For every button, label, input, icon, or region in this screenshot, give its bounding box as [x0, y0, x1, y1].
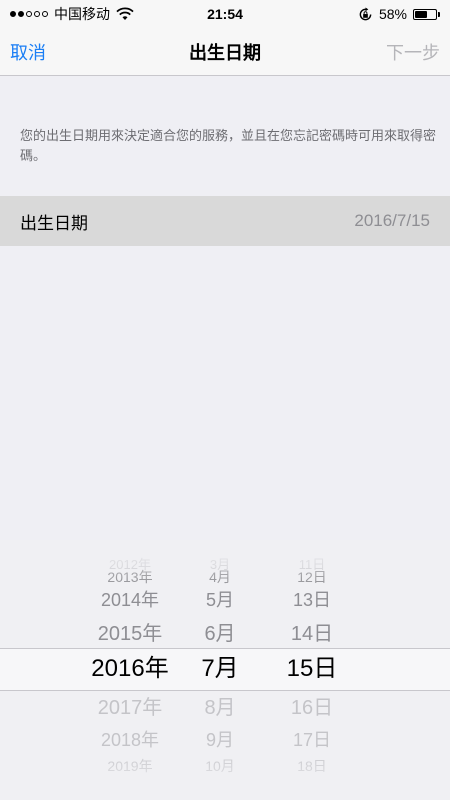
picker-item-month[interactable]: 7月 [180, 655, 260, 684]
signal-strength-icon [10, 11, 48, 17]
picker-item-day[interactable]: 18日 [272, 758, 352, 775]
picker-item-year[interactable]: 2013年 [70, 569, 190, 586]
picker-item-year[interactable]: 2016年 [70, 655, 190, 684]
picker-item-day[interactable]: 17日 [272, 730, 352, 752]
navigation-bar: 取消 出生日期 下一步 [0, 28, 450, 76]
status-right: 58% [358, 6, 440, 22]
wifi-icon [116, 7, 134, 20]
birthday-row[interactable]: 出生日期 2016/7/15 [0, 196, 450, 246]
picker-item-day[interactable]: 14日 [272, 622, 352, 646]
picker-item-month[interactable]: 5月 [180, 590, 260, 612]
explanation-text: 您的出生日期用來決定適合您的服務，並且在您忘記密碼時可用來取得密碼。 [20, 128, 437, 163]
selection-line-top [0, 648, 450, 649]
picker-item-month[interactable]: 6月 [180, 622, 260, 646]
picker-item-day[interactable]: 15日 [272, 655, 352, 684]
battery-icon [413, 8, 440, 20]
picker-item-year[interactable]: 2017年 [70, 696, 190, 720]
picker-item-year[interactable]: 2019年 [70, 758, 190, 775]
carrier-name: 中国移动 [54, 6, 110, 22]
next-button[interactable]: 下一步 [386, 39, 440, 65]
picker-item-day[interactable]: 12日 [272, 569, 352, 586]
selection-line-bottom [0, 690, 450, 691]
birthday-value: 2016/7/15 [354, 211, 430, 230]
birthday-label: 出生日期 [20, 213, 88, 233]
cancel-button[interactable]: 取消 [10, 39, 46, 65]
picker-item-year[interactable]: 2018年 [70, 730, 190, 752]
picker-item-month[interactable]: 8月 [180, 696, 260, 720]
picker-item-day[interactable]: 16日 [272, 696, 352, 720]
picker-item-day[interactable]: 13日 [272, 590, 352, 612]
battery-percent: 58% [378, 6, 407, 22]
picker-item-month[interactable]: 9月 [180, 730, 260, 752]
picker-item-year[interactable]: 2015年 [70, 622, 190, 646]
picker-item-year[interactable]: 2014年 [70, 590, 190, 612]
status-left: 中国移动 [10, 4, 134, 24]
picker-item-month[interactable]: 10月 [180, 758, 260, 775]
page-title: 出生日期 [189, 42, 261, 63]
rotation-lock-icon [359, 6, 372, 20]
date-picker[interactable]: 2012年 3月 11日 2013年 4月 12日 2014年 5月 13日 2015年 6月 14日… [0, 540, 450, 800]
status-bar: 中国移动 21:54 58% [0, 0, 450, 28]
picker-item-month[interactable]: 4月 [180, 569, 260, 586]
